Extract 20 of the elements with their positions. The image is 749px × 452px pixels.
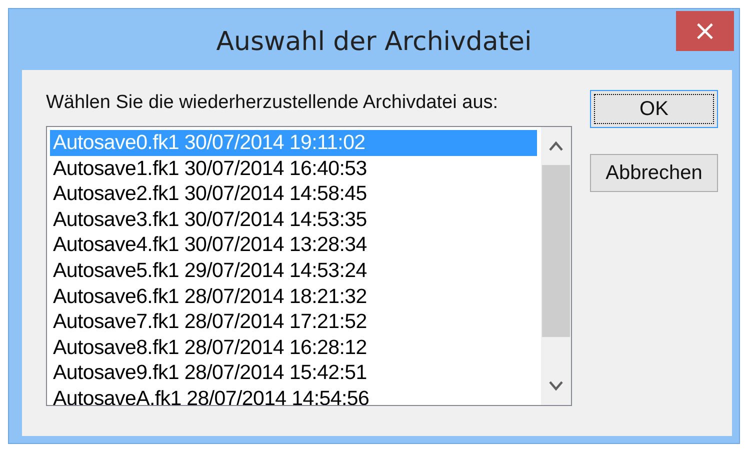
ok-button[interactable]: OK	[590, 90, 718, 128]
cancel-button[interactable]: Abbrechen	[590, 154, 718, 192]
close-button[interactable]: ×	[676, 11, 734, 51]
prompt-text: Wählen Sie die wiederherzustellende Archivdatei aus:	[46, 92, 500, 114]
file-list-item[interactable]: Autosave7.fk1 28/07/2014 17:21:52	[50, 309, 537, 335]
file-list-item[interactable]: Autosave2.fk1 30/07/2014 14:58:45	[50, 181, 537, 207]
file-list-item[interactable]: Autosave6.fk1 28/07/2014 18:21:32	[50, 284, 537, 310]
file-list-item[interactable]: Autosave9.fk1 28/07/2014 15:42:51	[50, 360, 537, 386]
file-list-item[interactable]: Autosave1.fk1 30/07/2014 16:40:53	[50, 156, 537, 182]
file-list-item[interactable]: Autosave4.fk1 30/07/2014 13:28:34	[50, 232, 537, 258]
file-list[interactable]	[46, 126, 572, 406]
scroll-up-icon[interactable]	[549, 141, 563, 151]
file-list-item[interactable]: Autosave3.fk1 30/07/2014 14:53:35	[50, 206, 537, 232]
window-title: Auswahl der Archivdatei	[216, 27, 532, 57]
scroll-thumb[interactable]	[542, 165, 570, 337]
scrollbar[interactable]	[541, 127, 571, 405]
file-list-item[interactable]: Autosave8.fk1 28/07/2014 16:28:12	[50, 334, 537, 360]
scroll-down-icon[interactable]	[549, 381, 563, 391]
file-list-item[interactable]: Autosave5.fk1 29/07/2014 14:53:24	[50, 258, 537, 284]
file-list-item[interactable]: AutosaveA.fk1 28/07/2014 14:54:56	[50, 386, 537, 405]
